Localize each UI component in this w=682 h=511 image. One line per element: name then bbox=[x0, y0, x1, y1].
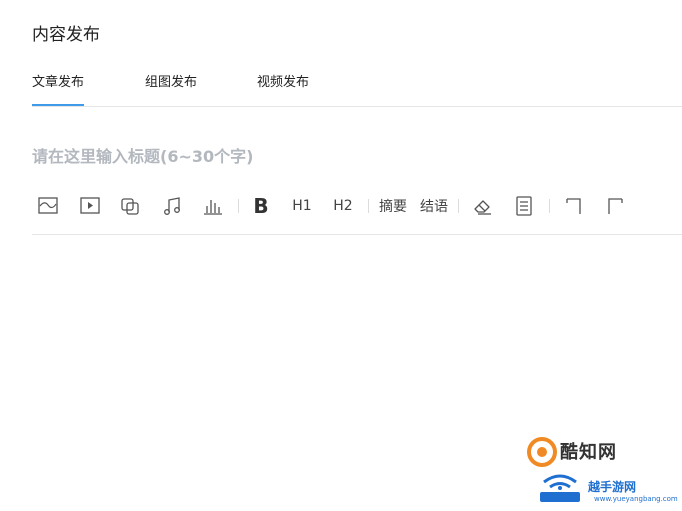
bar-chart-icon bbox=[204, 200, 222, 215]
editor-toolbar: B H1 H2 摘要 结语 bbox=[32, 192, 682, 235]
insert-image-button[interactable] bbox=[36, 194, 60, 218]
clear-format-button[interactable] bbox=[471, 194, 495, 218]
heading2-button[interactable]: H2 bbox=[329, 194, 357, 218]
gallery-icon bbox=[121, 198, 139, 215]
watermark-url: www.yueyangbang.com bbox=[594, 495, 678, 503]
music-note-icon bbox=[164, 197, 180, 215]
tab-bar: 文章发布 组图发布 视频发布 bbox=[32, 72, 682, 107]
undo-icon bbox=[566, 198, 581, 214]
summary-button[interactable]: 摘要 bbox=[377, 194, 409, 218]
toolbar-separator bbox=[368, 199, 369, 213]
title-input[interactable] bbox=[32, 142, 632, 170]
insert-chart-button[interactable] bbox=[201, 194, 225, 218]
watermark-logo-icon bbox=[527, 437, 557, 467]
redo-icon bbox=[608, 198, 623, 214]
tab-gallery[interactable]: 组图发布 bbox=[145, 72, 197, 105]
redo-button[interactable] bbox=[603, 194, 627, 218]
conclusion-button[interactable]: 结语 bbox=[418, 194, 450, 218]
watermark-site: 越手游网 bbox=[588, 480, 637, 494]
undo-button[interactable] bbox=[562, 194, 586, 218]
wifi-router-icon bbox=[540, 474, 580, 502]
tab-video[interactable]: 视频发布 bbox=[257, 72, 309, 105]
insert-video-button[interactable] bbox=[78, 194, 102, 218]
document-icon bbox=[516, 196, 532, 216]
tab-article[interactable]: 文章发布 bbox=[32, 72, 85, 106]
image-icon bbox=[38, 197, 58, 214]
toolbar-separator bbox=[458, 199, 459, 213]
toolbar-separator bbox=[238, 199, 239, 213]
eraser-icon bbox=[474, 200, 491, 215]
bold-button[interactable]: B bbox=[249, 194, 273, 218]
toolbar-separator bbox=[549, 199, 550, 213]
template-button[interactable] bbox=[512, 194, 536, 218]
video-play-icon bbox=[80, 197, 100, 214]
page-title: 内容发布 bbox=[32, 25, 100, 45]
insert-gallery-button[interactable] bbox=[118, 194, 142, 218]
insert-music-button[interactable] bbox=[160, 194, 184, 218]
watermark: 酷知网 越手游网 www.yueyangbang.com bbox=[520, 432, 682, 511]
watermark-name: 酷知网 bbox=[560, 442, 617, 463]
heading1-button[interactable]: H1 bbox=[288, 194, 316, 218]
